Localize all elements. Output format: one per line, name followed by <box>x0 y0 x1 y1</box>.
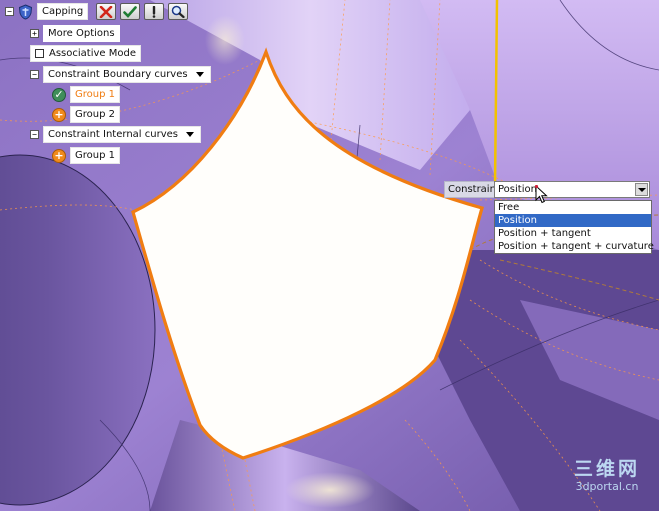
collapse-icon[interactable]: − <box>5 7 14 16</box>
boundary-curves-label: Constraint Boundary curves <box>48 69 188 80</box>
constraint-option-position[interactable]: Position <box>495 214 651 227</box>
add-circle-icon: + <box>52 148 66 163</box>
boundary-curves-dropdown[interactable]: Constraint Boundary curves <box>43 66 211 83</box>
check-icon <box>123 5 138 18</box>
apply-button[interactable] <box>144 3 165 20</box>
magnifier-icon <box>172 5 185 18</box>
tree-item-boundary-curves[interactable]: − Constraint Boundary curves <box>30 66 211 83</box>
constraint-options-list[interactable]: Free Position Position + tangent Positio… <box>494 200 654 254</box>
cancel-button[interactable] <box>96 3 117 20</box>
constraint-selected-value: Position <box>498 184 537 195</box>
associative-mode-toggle[interactable]: Associative Mode <box>30 45 141 62</box>
tree-item-associative-mode[interactable]: Associative Mode <box>30 45 141 62</box>
check-circle-icon: ✓ <box>52 87 66 102</box>
dropdown-arrow-icon <box>195 71 204 77</box>
constraint-option-free[interactable]: Free <box>495 201 651 214</box>
tree-item-more-options[interactable]: + More Options <box>30 25 120 42</box>
boundary-group-1-label: Group 1 <box>70 86 120 103</box>
constraint-option-position-tangent-curvature[interactable]: Position + tangent + curvature <box>495 240 654 253</box>
cancel-x-icon <box>99 5 113 18</box>
dropdown-arrow-icon <box>185 131 194 137</box>
shield-icon <box>18 3 33 20</box>
internal-group-1-label: Group 1 <box>70 147 120 164</box>
capping-toolbar: − Capping <box>5 3 189 20</box>
tree-item-boundary-group-1[interactable]: ✓ Group 1 <box>52 86 120 103</box>
dropdown-arrow-icon[interactable] <box>635 183 648 196</box>
tree-item-boundary-group-2[interactable]: + Group 2 <box>52 106 120 123</box>
collapse-icon[interactable]: − <box>30 70 39 79</box>
ok-button[interactable] <box>120 3 141 20</box>
exclamation-icon <box>152 5 156 18</box>
more-options-label: More Options <box>43 25 120 42</box>
internal-curves-dropdown[interactable]: Constraint Internal curves <box>43 126 201 143</box>
mouse-cursor-icon <box>535 185 548 204</box>
constraint-option-position-tangent[interactable]: Position + tangent <box>495 227 651 240</box>
tree-item-internal-curves[interactable]: − Constraint Internal curves <box>30 126 201 143</box>
capping-title: Capping <box>37 3 89 20</box>
watermark-url: 3dportal.cn <box>575 480 639 493</box>
expand-icon[interactable]: + <box>30 29 39 38</box>
preview-button[interactable] <box>168 3 189 20</box>
internal-curves-label: Constraint Internal curves <box>48 129 178 140</box>
add-circle-icon: + <box>52 107 66 122</box>
watermark-logo-text: 三维网 <box>573 458 640 480</box>
boundary-group-2-label: Group 2 <box>70 106 120 123</box>
watermark: 三维网 3dportal.cn <box>557 458 657 493</box>
associative-mode-checkbox[interactable] <box>35 49 44 58</box>
tree-item-internal-group-1[interactable]: + Group 1 <box>52 147 120 164</box>
constraint-select[interactable]: Position <box>494 181 650 198</box>
collapse-icon[interactable]: − <box>30 130 39 139</box>
associative-mode-label: Associative Mode <box>49 48 136 59</box>
